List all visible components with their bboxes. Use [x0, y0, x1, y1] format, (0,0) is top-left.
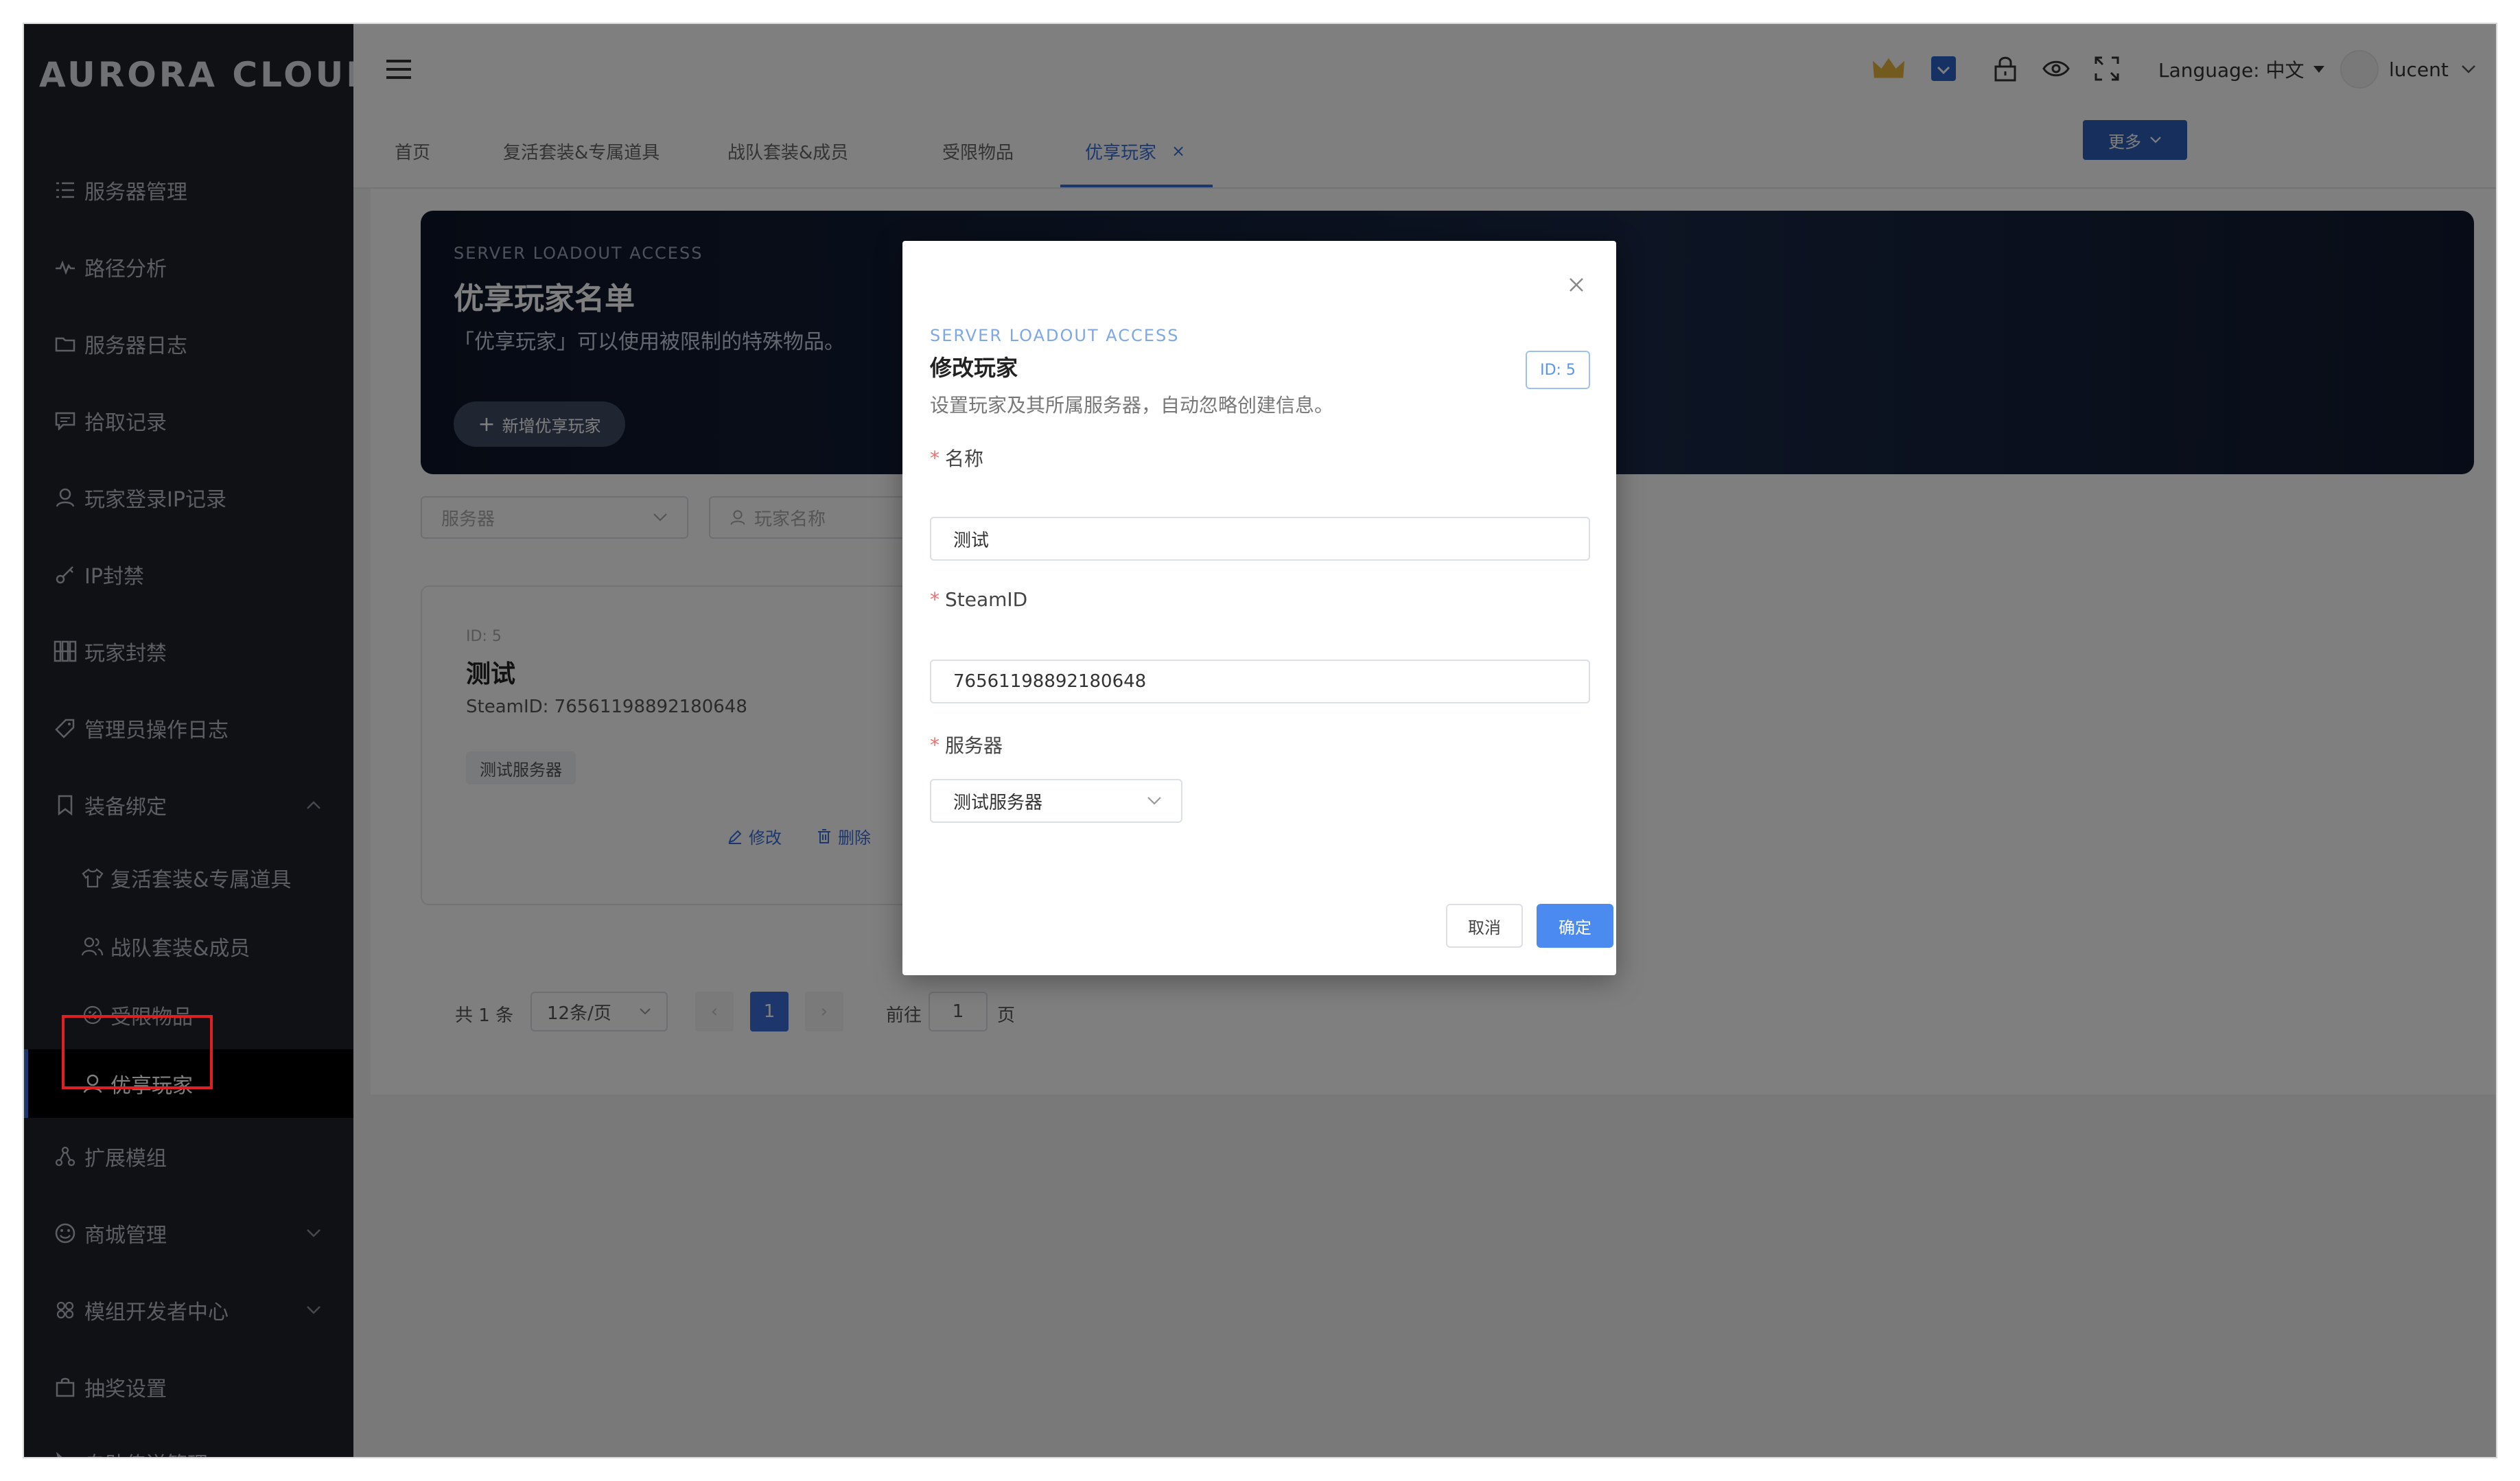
dialog-subtitle: 设置玩家及其所属服务器，自动忽略创建信息。	[930, 394, 1334, 417]
app-window: AURORA CLOUD 服务器管理 路径分析 服务器日志 拾取记录 玩家登录I…	[24, 24, 2496, 1457]
annotation-highlight-box	[62, 1015, 213, 1089]
close-icon[interactable]	[1563, 271, 1590, 299]
cancel-button[interactable]: 取消	[1446, 904, 1523, 948]
server-field-label: * 服务器	[930, 731, 1003, 758]
name-input[interactable]: 测试	[930, 517, 1590, 561]
required-marker: *	[930, 446, 940, 469]
chevron-down-icon	[1147, 797, 1161, 805]
dialog-kicker: SERVER LOADOUT ACCESS	[930, 326, 1180, 345]
label-text: 名称	[945, 447, 984, 470]
server-select[interactable]: 测试服务器	[930, 779, 1182, 823]
label-text: 服务器	[945, 734, 1003, 757]
dialog-title: 修改玩家	[930, 355, 1018, 381]
id-badge: ID: 5	[1526, 351, 1590, 389]
steamid-input[interactable]: 76561198892180648	[930, 660, 1590, 703]
required-marker: *	[930, 733, 940, 756]
server-select-value: 测试服务器	[953, 792, 1043, 813]
required-marker: *	[930, 588, 940, 611]
confirm-button[interactable]: 确定	[1537, 904, 1613, 948]
steamid-field-label: * SteamID	[930, 588, 1027, 611]
edit-player-dialog: SERVER LOADOUT ACCESS 修改玩家 ID: 5 设置玩家及其所…	[902, 241, 1616, 975]
label-text: SteamID	[945, 588, 1028, 611]
name-field-label: * 名称	[930, 444, 983, 471]
